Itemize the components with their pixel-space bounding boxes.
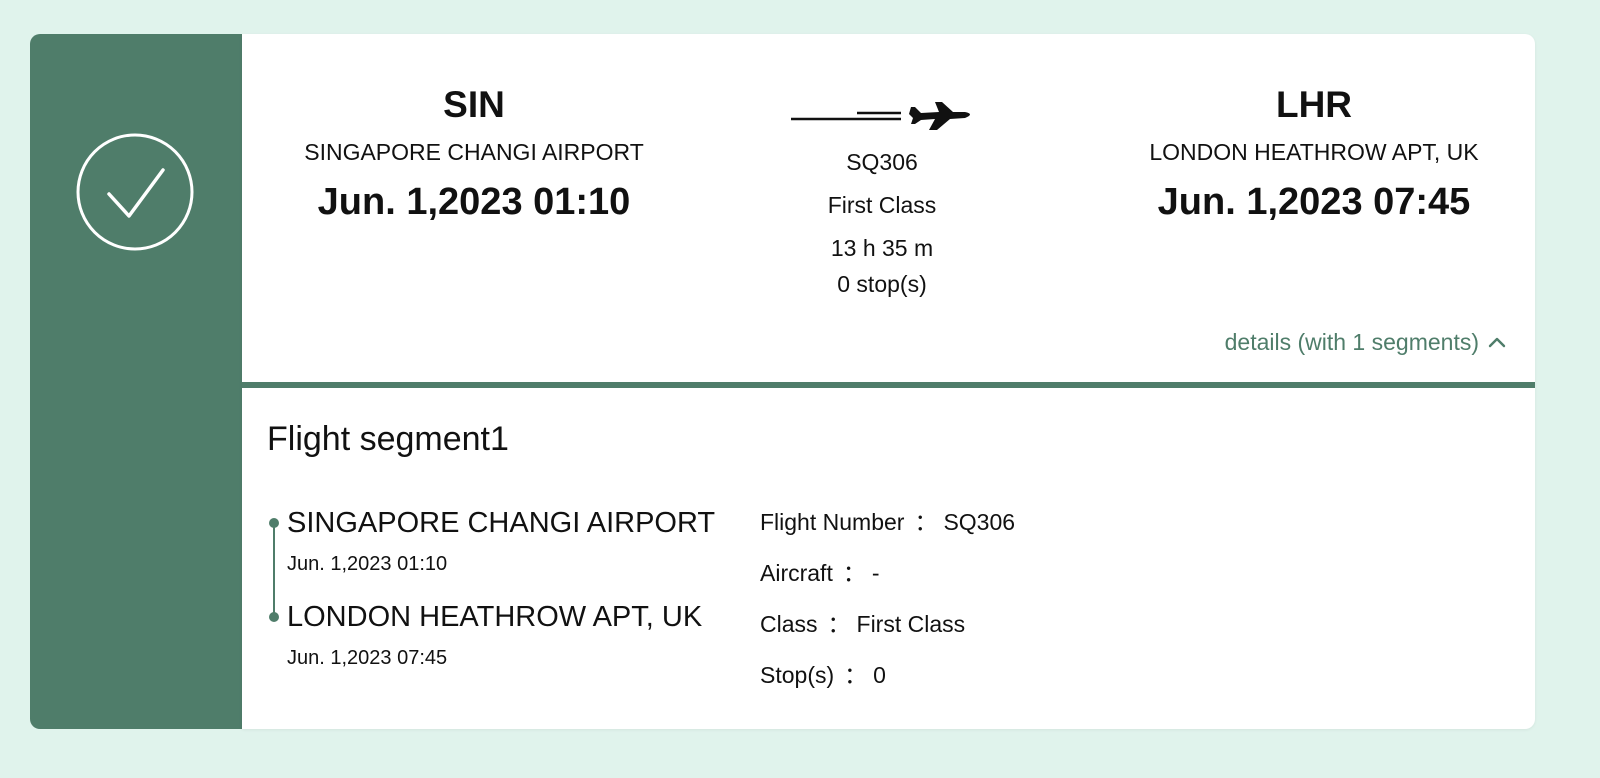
airplane-icon: [791, 102, 970, 130]
info-flight-number: Flight Number ： SQ306: [760, 508, 1015, 536]
info-separator: ：: [827, 611, 851, 637]
info-stops: Stop(s) ： 0: [760, 661, 886, 689]
segment-from-airport: SINGAPORE CHANGI AIRPORT: [287, 507, 716, 539]
flight-stops: 0 stop(s): [837, 271, 927, 297]
flight-path-graphic: [732, 90, 1032, 134]
check-circle-icon: [76, 133, 194, 251]
flight-summary: SIN SINGAPORE CHANGI AIRPORT Jun. 1,2023…: [242, 34, 1535, 382]
segment-from-datetime: Jun. 1,2023 01:10: [287, 553, 448, 575]
arrival-datetime: Jun. 1,2023 07:45: [1157, 181, 1471, 223]
arrival-block: LHR LONDON HEATHROW APT, UK Jun. 1,2023 …: [1104, 34, 1524, 224]
departure-block: SIN SINGAPORE CHANGI AIRPORT Jun. 1,2023…: [264, 34, 684, 224]
chevron-up-icon: [1488, 337, 1506, 348]
segment-title: Flight segment1: [267, 420, 509, 458]
departure-code: SIN: [443, 84, 505, 125]
info-separator: ：: [844, 662, 868, 688]
timeline-line: [273, 523, 275, 617]
info-label: Flight Number: [760, 509, 905, 535]
info-label: Aircraft: [760, 560, 833, 586]
departure-airport: SINGAPORE CHANGI AIRPORT: [304, 139, 644, 165]
timeline-start-dot: [269, 518, 279, 528]
info-value: 0: [873, 662, 886, 688]
info-class: Class ： First Class: [760, 610, 965, 638]
details-toggle-label: details (with 1 segments): [1224, 329, 1479, 355]
info-separator: ：: [914, 509, 938, 535]
flight-number: SQ306: [846, 149, 918, 175]
flight-info-block: SQ306 First Class 13 h 35 m 0 stop(s): [732, 34, 1032, 298]
departure-datetime: Jun. 1,2023 01:10: [317, 181, 631, 223]
info-value: -: [871, 560, 880, 586]
flight-details-panel: SIN SINGAPORE CHANGI AIRPORT Jun. 1,2023…: [242, 34, 1535, 729]
status-sidebar: [30, 34, 242, 729]
segment-to-datetime: Jun. 1,2023 07:45: [287, 647, 448, 669]
flight-card: SIN SINGAPORE CHANGI AIRPORT Jun. 1,2023…: [30, 34, 1535, 729]
info-label: Class: [760, 611, 818, 637]
details-toggle-button[interactable]: details (with 1 segments): [1225, 327, 1507, 357]
arrival-airport: LONDON HEATHROW APT, UK: [1149, 139, 1479, 165]
segment-timeline: [269, 518, 279, 622]
info-value: SQ306: [943, 509, 1016, 535]
info-aircraft: Aircraft ： -: [760, 559, 880, 587]
flight-class: First Class: [827, 192, 937, 218]
arrival-code: LHR: [1275, 84, 1353, 125]
info-separator: ：: [842, 560, 866, 586]
segment-to-airport: LONDON HEATHROW APT, UK: [287, 601, 703, 633]
info-label: Stop(s): [760, 662, 835, 688]
flight-segment: Flight segment1 SINGAPORE CHANGI AIRPORT…: [242, 388, 1535, 729]
flight-duration: 13 h 35 m: [830, 235, 934, 261]
timeline-end-dot: [269, 612, 279, 622]
info-value: First Class: [856, 611, 966, 637]
